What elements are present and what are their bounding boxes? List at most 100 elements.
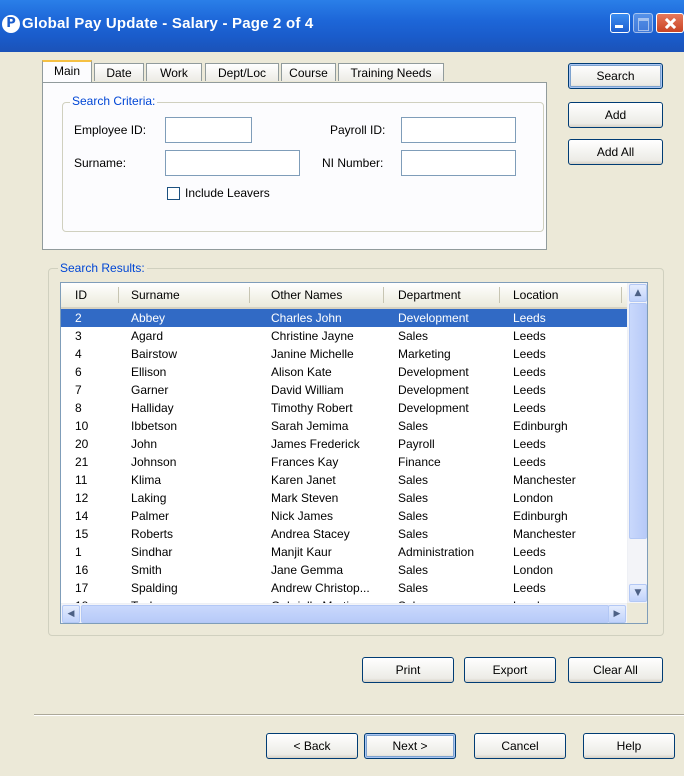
horizontal-scroll-thumb[interactable] xyxy=(81,605,609,623)
table-cell-loc: Leeds xyxy=(513,347,546,361)
table-row[interactable]: 1 Sindhar Manjit Kaur Administration Leeds xyxy=(61,543,627,561)
table-row[interactable]: 21 Johnson Frances Kay Finance Leeds xyxy=(61,453,627,471)
table-row[interactable]: 7 Garner David William Development Leeds xyxy=(61,381,627,399)
table-cell-loc: Manchester xyxy=(513,473,576,487)
table-cell-surname: Garner xyxy=(131,383,169,397)
table-cell-dept: Administration xyxy=(398,545,475,559)
add-all-button[interactable]: Add All xyxy=(568,139,663,165)
table-cell-other: Nick James xyxy=(271,509,334,523)
column-separator[interactable] xyxy=(621,287,622,303)
export-button[interactable]: Export xyxy=(464,657,556,683)
surname-field[interactable] xyxy=(165,150,300,176)
scroll-left-icon[interactable]: ◀ xyxy=(62,605,80,623)
scroll-down-icon[interactable]: ▼ xyxy=(629,584,647,602)
table-row[interactable]: 2 Abbey Charles John Development Leeds xyxy=(61,309,627,327)
column-header-id[interactable]: ID xyxy=(75,283,87,307)
minimize-button[interactable] xyxy=(610,13,630,33)
back-button[interactable]: < Back xyxy=(266,733,358,759)
column-separator[interactable] xyxy=(118,287,119,303)
ni-number-field[interactable] xyxy=(401,150,516,176)
horizontal-scrollbar[interactable]: ◀ ▶ xyxy=(61,603,627,623)
column-separator[interactable] xyxy=(383,287,384,303)
title-bar[interactable]: P Global Pay Update - Salary - Page 2 of… xyxy=(0,0,684,52)
ni-number-label: NI Number: xyxy=(322,156,384,170)
table-cell-loc: Leeds xyxy=(513,545,546,559)
tab-work[interactable]: Work xyxy=(146,63,202,81)
table-cell-surname: Ibbetson xyxy=(131,419,178,433)
scroll-right-icon[interactable]: ▶ xyxy=(608,605,626,623)
column-header-location[interactable]: Location xyxy=(513,283,558,307)
table-row[interactable]: 6 Ellison Alison Kate Development Leeds xyxy=(61,363,627,381)
window-left-edge xyxy=(0,52,8,776)
table-row[interactable]: 10 Ibbetson Sarah Jemima Sales Edinburgh xyxy=(61,417,627,435)
table-row[interactable]: 15 Roberts Andrea Stacey Sales Manchester xyxy=(61,525,627,543)
include-leavers-checkbox[interactable] xyxy=(167,187,180,200)
table-cell-other: Karen Janet xyxy=(271,473,336,487)
column-separator[interactable] xyxy=(249,287,250,303)
column-header-department[interactable]: Department xyxy=(398,283,461,307)
table-row[interactable]: 16 Smith Jane Gemma Sales London xyxy=(61,561,627,579)
table-cell-loc: Edinburgh xyxy=(513,509,568,523)
table-cell-other: Frances Kay xyxy=(271,455,339,469)
table-cell-loc: Leeds xyxy=(513,365,546,379)
tab-dept-loc[interactable]: Dept/Loc xyxy=(205,63,279,81)
table-cell-id: 20 xyxy=(75,437,89,451)
table-row[interactable]: 17 Spalding Andrew Christop... Sales Leeds xyxy=(61,579,627,597)
include-leavers-label[interactable]: Include Leavers xyxy=(185,186,270,200)
column-header-other-names[interactable]: Other Names xyxy=(271,283,342,307)
tab-course[interactable]: Course xyxy=(281,63,336,81)
table-cell-other: Charles John xyxy=(271,311,342,325)
column-header-surname[interactable]: Surname xyxy=(131,283,180,307)
table-row[interactable]: 8 Halliday Timothy Robert Development Leeds xyxy=(61,399,627,417)
tab-date[interactable]: Date xyxy=(94,63,144,81)
surname-label: Surname: xyxy=(74,156,127,170)
table-cell-id: 6 xyxy=(75,365,82,379)
scroll-up-icon[interactable]: ▲ xyxy=(629,284,647,302)
search-results-list[interactable]: ID Surname Other Names Department Locati… xyxy=(60,282,648,624)
table-cell-dept: Sales xyxy=(398,473,429,487)
help-button[interactable]: Help xyxy=(583,733,675,759)
table-cell-surname: Roberts xyxy=(131,527,174,541)
vertical-scrollbar[interactable]: ▲ ▼ xyxy=(627,283,647,603)
clear-all-button[interactable]: Clear All xyxy=(568,657,663,683)
close-button[interactable] xyxy=(656,13,684,33)
column-separator[interactable] xyxy=(499,287,500,303)
table-row[interactable]: 3 Agard Christine Jayne Sales Leeds xyxy=(61,327,627,345)
table-cell-surname: John xyxy=(131,437,158,451)
table-row[interactable]: 14 Palmer Nick James Sales Edinburgh xyxy=(61,507,627,525)
add-button[interactable]: Add xyxy=(568,102,663,128)
employee-id-label: Employee ID: xyxy=(74,123,147,137)
table-cell-loc: Edinburgh xyxy=(513,419,568,433)
payroll-id-field[interactable] xyxy=(401,117,516,143)
table-cell-id: 14 xyxy=(75,509,89,523)
vertical-scroll-thumb[interactable] xyxy=(629,303,647,539)
table-row[interactable]: 12 Laking Mark Steven Sales London xyxy=(61,489,627,507)
print-button[interactable]: Print xyxy=(362,657,454,683)
tab-training-needs[interactable]: Training Needs xyxy=(338,63,444,81)
table-cell-dept: Sales xyxy=(398,563,429,577)
tab-main[interactable]: Main xyxy=(42,60,92,82)
table-cell-id: 12 xyxy=(75,491,89,505)
table-row[interactable]: 20 John James Frederick Payroll Leeds xyxy=(61,435,627,453)
table-cell-id: 7 xyxy=(75,383,82,397)
table-row[interactable]: 4 Bairstow Janine Michelle Marketing Leeds xyxy=(61,345,627,363)
table-cell-dept: Development xyxy=(398,311,469,325)
table-cell-other: Jane Gemma xyxy=(271,563,344,577)
next-button[interactable]: Next > xyxy=(364,733,456,759)
search-button[interactable]: Search xyxy=(568,63,663,89)
employee-id-field[interactable] xyxy=(165,117,252,143)
table-cell-loc: Leeds xyxy=(513,455,546,469)
maximize-button[interactable] xyxy=(633,13,653,33)
table-cell-dept: Development xyxy=(398,383,469,397)
table-cell-dept: Finance xyxy=(398,455,441,469)
cancel-button[interactable]: Cancel xyxy=(474,733,566,759)
footer-divider xyxy=(34,714,684,716)
list-body: 2 Abbey Charles John Development Leeds 3 Agard… xyxy=(61,309,627,604)
table-cell-dept: Sales xyxy=(398,581,429,595)
table-row[interactable]: 11 Klima Karen Janet Sales Manchester xyxy=(61,471,627,489)
table-cell-other: Christine Jayne xyxy=(271,329,354,343)
table-cell-dept: Sales xyxy=(398,491,429,505)
list-header: ID Surname Other Names Department Locati… xyxy=(61,283,627,309)
table-cell-surname: Ellison xyxy=(131,365,167,379)
search-criteria-legend: Search Criteria: xyxy=(70,94,158,108)
